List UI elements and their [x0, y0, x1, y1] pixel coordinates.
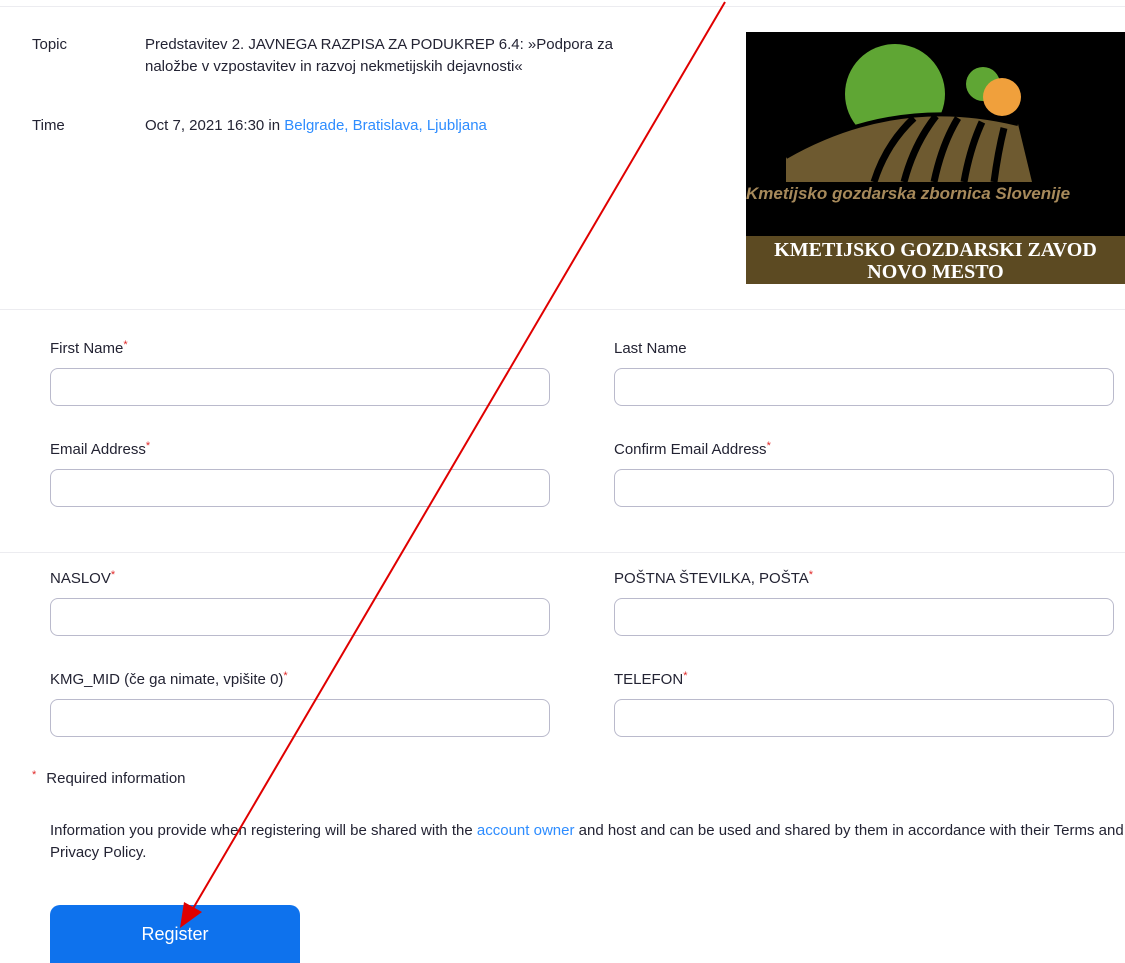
- time-label: Time: [32, 117, 65, 134]
- logo-band-line-2: NOVO MESTO: [867, 261, 1004, 283]
- naslov-input[interactable]: [50, 598, 550, 636]
- email-input[interactable]: [50, 469, 550, 507]
- logo-orange-circle: [983, 78, 1021, 116]
- confirm-email-input[interactable]: [614, 469, 1114, 507]
- kmg-mid-input[interactable]: [50, 699, 550, 737]
- section-divider-1: [0, 309, 1125, 310]
- naslov-label: NASLOV*: [50, 569, 116, 587]
- telefon-label: TELEFON*: [614, 670, 688, 688]
- postna-input[interactable]: [614, 598, 1114, 636]
- telefon-input[interactable]: [614, 699, 1114, 737]
- required-note: * Required information: [32, 769, 186, 787]
- topic-value: Predstavitev 2. JAVNEGA RAZPISA ZA PODUK…: [145, 34, 705, 78]
- topic-line-2: naložbe v vzpostavitev in razvoj nekmeti…: [145, 58, 523, 75]
- email-label: Email Address*: [50, 440, 151, 458]
- register-button[interactable]: Register: [50, 905, 300, 963]
- privacy-disclaimer: Information you provide when registering…: [50, 822, 1124, 861]
- required-marker: *: [32, 769, 37, 781]
- logo-band: KMETIJSKO GOZDARSKI ZAVOD NOVO MESTO: [746, 236, 1125, 284]
- account-owner-link[interactable]: account owner: [477, 822, 575, 839]
- section-divider-2: [0, 552, 1125, 553]
- last-name-label: Last Name: [614, 340, 687, 357]
- logo-band-line-1: KMETIJSKO GOZDARSKI ZAVOD: [774, 239, 1097, 261]
- logo-motto: Kmetijsko gozdarska zbornica Slovenije: [746, 184, 1071, 203]
- kmg-mid-label: KMG_MID (če ga nimate, vpišite 0)*: [50, 670, 288, 688]
- topic-label: Topic: [32, 36, 68, 53]
- last-name-input[interactable]: [614, 368, 1114, 406]
- time-text: Oct 7, 2021 16:30 in: [145, 117, 285, 134]
- confirm-email-label: Confirm Email Address*: [614, 440, 771, 458]
- postna-label: POŠTNA ŠTEVILKA, POŠTA*: [614, 569, 814, 587]
- first-name-input[interactable]: [50, 368, 550, 406]
- top-divider: [0, 6, 1125, 7]
- time-value: Oct 7, 2021 16:30 in Belgrade, Bratislav…: [145, 115, 705, 137]
- first-name-label: First Name*: [50, 339, 128, 357]
- organization-logo: Kmetijsko gozdarska zbornica Slovenije K…: [746, 32, 1125, 284]
- topic-line-1: Predstavitev 2. JAVNEGA RAZPISA ZA PODUK…: [145, 36, 613, 53]
- timezone-link[interactable]: Belgrade, Bratislava, Ljubljana: [284, 117, 487, 134]
- logo-graphic: [785, 44, 1032, 184]
